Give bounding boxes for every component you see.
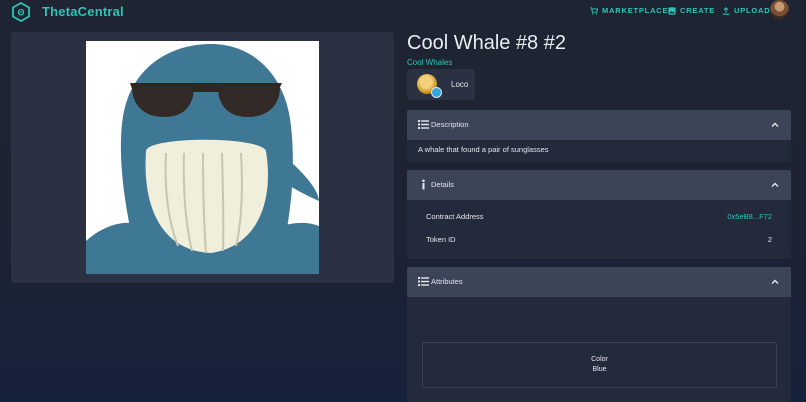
nft-image-panel <box>11 32 394 283</box>
chevron-up-icon[interactable] <box>771 181 779 189</box>
attribute-value: Blue <box>592 366 607 373</box>
attributes-header[interactable]: Attributes <box>407 267 791 297</box>
owner-chip[interactable]: Loco <box>407 69 475 100</box>
nav-create-label: CREATE <box>680 6 716 15</box>
top-nav-bar: Θ ThetaCentral MARKETPLACE CREATE UPLOAD <box>0 0 806 24</box>
description-section: Description A whale that found a pair of… <box>407 110 791 162</box>
list-icon <box>418 277 429 286</box>
attribute-item: Color Blue <box>422 342 777 388</box>
details-title: Details <box>431 180 454 189</box>
attributes-title: Attributes <box>431 277 463 286</box>
nav-create[interactable]: CREATE <box>668 6 715 15</box>
contract-address-link[interactable]: 0x5eB8...F72 <box>727 212 772 221</box>
cart-icon <box>590 6 598 15</box>
contract-address-label: Contract Address <box>426 212 484 221</box>
token-id-value: 2 <box>767 235 772 244</box>
theta-logo-icon[interactable]: Θ <box>11 2 31 22</box>
nav-marketplace[interactable]: MARKETPLACE <box>590 6 668 15</box>
whale-illustration <box>86 41 319 274</box>
collection-link[interactable]: Cool Whales <box>407 58 452 67</box>
description-header[interactable]: Description <box>407 110 791 140</box>
svg-text:Θ: Θ <box>17 8 24 18</box>
token-id-label: Token ID <box>426 235 456 244</box>
info-icon <box>422 179 425 190</box>
list-icon <box>418 120 429 129</box>
owner-name: Loco <box>451 80 469 89</box>
nav-marketplace-label: MARKETPLACE <box>602 6 669 15</box>
image-icon <box>668 6 676 15</box>
chevron-up-icon[interactable] <box>771 278 779 286</box>
details-header[interactable]: Details <box>407 170 791 200</box>
nav-upload-label: UPLOAD <box>734 6 771 15</box>
nft-title: Cool Whale #8 #2 <box>407 32 566 54</box>
nft-image[interactable] <box>86 41 319 274</box>
user-avatar[interactable] <box>770 0 789 19</box>
description-text: A whale that found a pair of sunglasses <box>418 145 549 154</box>
attributes-section: Attributes Color Blue <box>407 267 791 402</box>
upload-icon <box>722 6 730 15</box>
verified-badge-icon <box>431 87 442 98</box>
attribute-type: Color <box>591 356 608 363</box>
brand-name[interactable]: ThetaCentral <box>42 4 124 19</box>
nav-upload[interactable]: UPLOAD <box>722 6 770 15</box>
details-section: Details Contract Address 0x5eB8...F72 To… <box>407 170 791 259</box>
description-title: Description <box>431 120 469 129</box>
chevron-up-icon[interactable] <box>771 121 779 129</box>
